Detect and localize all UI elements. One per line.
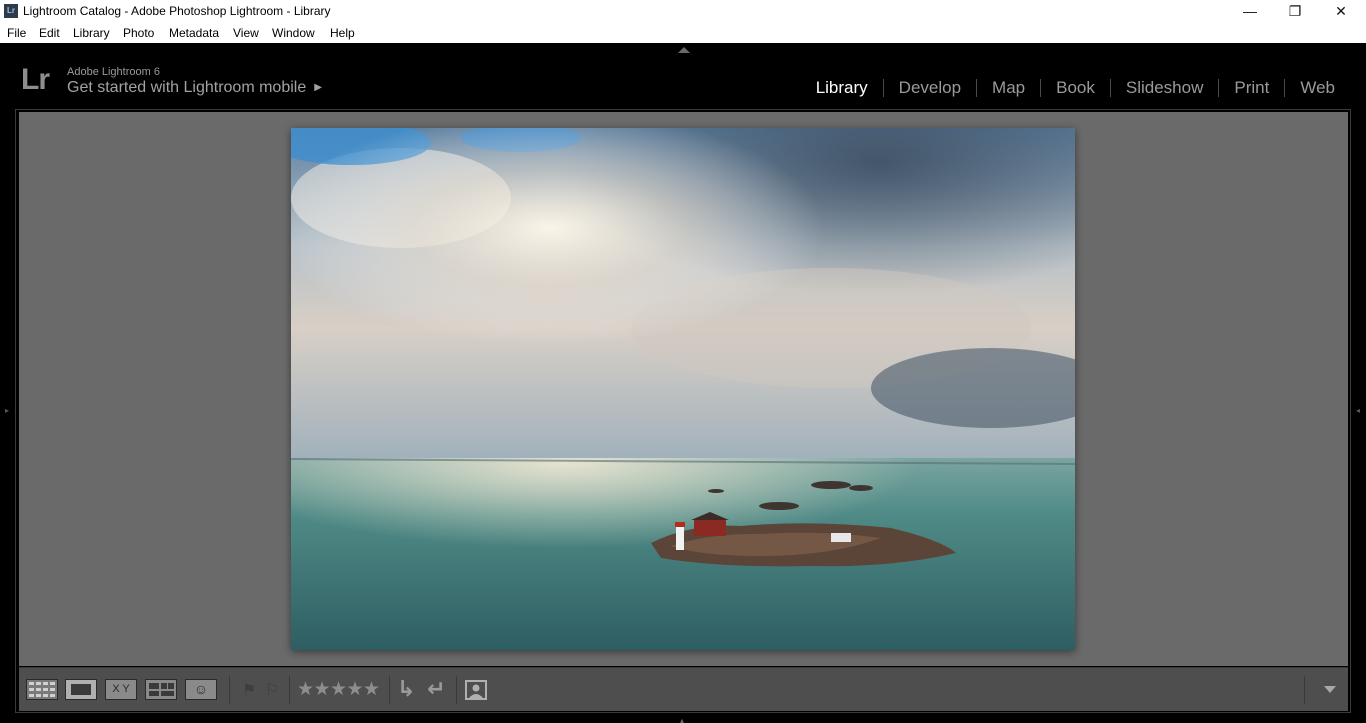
library-toolbar: X Y ☺ ⚑ ⚐ ★★★★★ ↳ ↵ — [19, 667, 1348, 711]
star-icon[interactable]: ★ — [297, 678, 314, 701]
compare-x-label: X — [112, 683, 120, 695]
grid-view-icon[interactable] — [26, 679, 58, 700]
crop-to-face-icon[interactable] — [463, 679, 489, 700]
star-rating[interactable]: ★★★★★ — [297, 678, 380, 701]
flag-pick-icon[interactable]: ⚑ — [242, 680, 256, 700]
loupe-photo[interactable] — [291, 128, 1075, 650]
star-icon[interactable]: ★ — [314, 678, 331, 701]
top-panel-toggle-icon[interactable] — [678, 47, 690, 53]
compare-view-icon[interactable]: X Y — [105, 679, 137, 700]
menu-file[interactable]: File — [7, 26, 26, 40]
module-book[interactable]: Book — [1040, 79, 1110, 97]
minimize-button[interactable]: — — [1227, 0, 1273, 23]
toolbar-divider — [389, 676, 390, 704]
menu-view[interactable]: View — [233, 26, 259, 40]
menu-help[interactable]: Help — [330, 26, 355, 40]
restore-button[interactable]: ❐ — [1272, 0, 1318, 23]
loupe-canvas — [19, 112, 1348, 666]
people-view-icon[interactable]: ☺ — [185, 679, 217, 700]
menu-library[interactable]: Library — [73, 26, 110, 40]
window-title-bar: Lr Lightroom Catalog - Adobe Photoshop L… — [0, 0, 1366, 23]
left-panel-toggle-icon[interactable]: ▸ — [5, 405, 9, 417]
module-library[interactable]: Library — [801, 79, 883, 97]
module-web[interactable]: Web — [1284, 79, 1350, 97]
right-panel-toggle-icon[interactable]: ◂ — [1356, 405, 1360, 417]
play-arrow-icon: ▶ — [314, 82, 322, 93]
lightroom-logo: Lr — [21, 63, 50, 96]
close-button[interactable]: ✕ — [1318, 0, 1364, 23]
survey-view-icon[interactable] — [145, 679, 177, 700]
module-print[interactable]: Print — [1218, 79, 1284, 97]
bottom-panel-toggle-icon[interactable]: ▴ — [680, 716, 684, 723]
compare-y-label: Y — [122, 683, 130, 695]
module-slideshow[interactable]: Slideshow — [1109, 79, 1219, 97]
menu-photo[interactable]: Photo — [123, 26, 154, 40]
lighthouse-island-photo — [291, 128, 1075, 650]
module-develop[interactable]: Develop — [882, 79, 976, 97]
lightroom-mobile-link[interactable]: Get started with Lightroom mobile ▶ — [67, 79, 322, 97]
loupe-view-icon[interactable] — [65, 679, 97, 700]
star-icon[interactable]: ★ — [330, 678, 347, 701]
menu-metadata[interactable]: Metadata — [169, 26, 219, 40]
window-title: Lightroom Catalog - Adobe Photoshop Ligh… — [23, 4, 331, 18]
module-map[interactable]: Map — [976, 79, 1040, 97]
lightroom-workspace: Lr Adobe Lightroom 6 Get started with Li… — [0, 43, 1366, 723]
toolbar-divider — [289, 676, 290, 704]
toolbar-divider — [1304, 676, 1305, 704]
product-version: Adobe Lightroom 6 — [67, 66, 160, 78]
star-icon[interactable]: ★ — [347, 678, 364, 701]
star-icon[interactable]: ★ — [363, 678, 380, 701]
menu-window[interactable]: Window — [272, 26, 315, 40]
toolbar-options-chevron-down-icon[interactable] — [1324, 686, 1336, 693]
toolbar-divider — [456, 676, 457, 704]
mobile-prompt-text: Get started with Lightroom mobile — [67, 79, 307, 96]
toolbar-divider — [229, 676, 230, 704]
module-picker: Library Develop Map Book Slideshow Print… — [801, 78, 1350, 98]
flag-reject-icon[interactable]: ⚐ — [265, 680, 279, 700]
rotate-right-icon[interactable]: ↵ — [427, 676, 445, 702]
lightroom-app-icon: Lr — [4, 4, 18, 18]
menu-bar: File Edit Library Photo Metadata View Wi… — [0, 23, 1366, 43]
rotate-left-icon[interactable]: ↳ — [397, 676, 415, 702]
menu-edit[interactable]: Edit — [39, 26, 60, 40]
